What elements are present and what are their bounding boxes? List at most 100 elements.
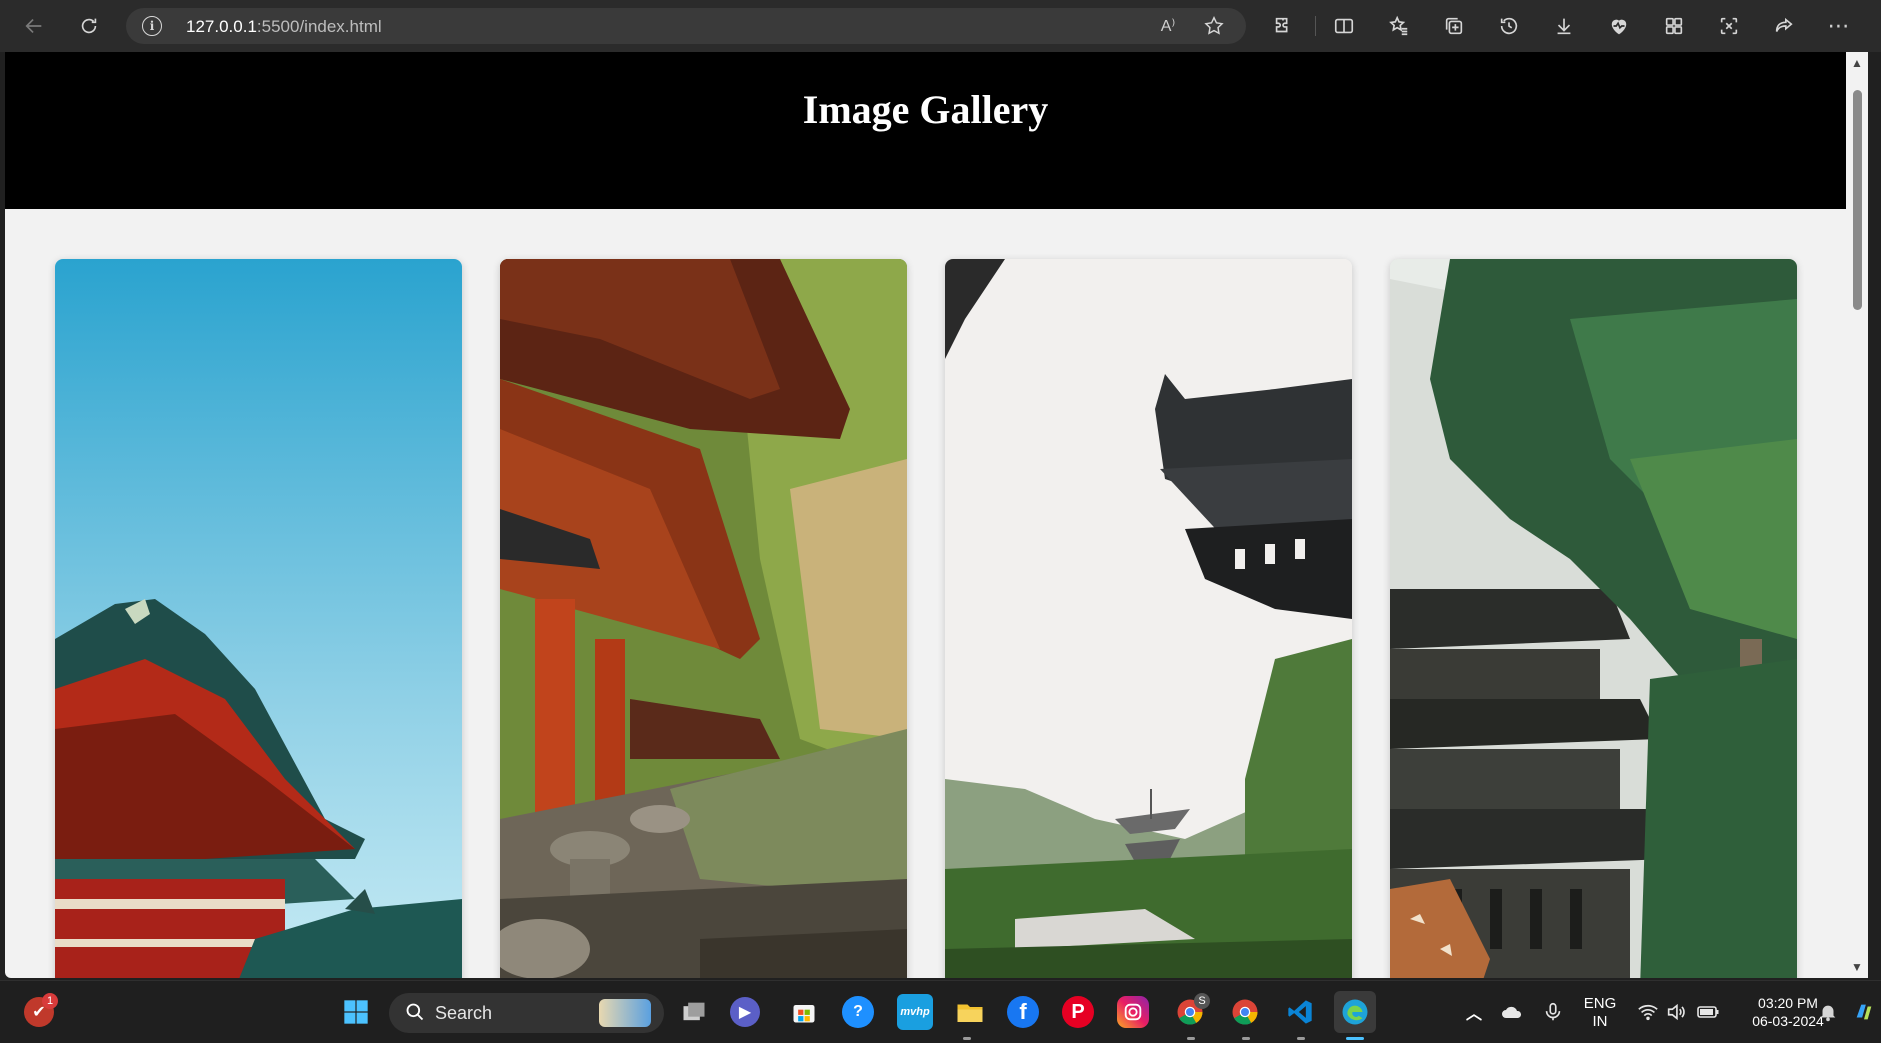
- favorites-list-icon: [1389, 15, 1408, 36]
- apps-button[interactable]: [1657, 9, 1691, 43]
- page-viewport: Image Gallery: [5, 52, 1846, 978]
- cloud-icon: [1502, 1006, 1522, 1018]
- mvhp-app-icon[interactable]: mvhp: [897, 994, 933, 1030]
- browser-window: i 127.0.0.1:5500/index.html A⁾ ⋯ Image G…: [0, 0, 1881, 980]
- toolbar-divider: [1315, 16, 1316, 36]
- volume-icon[interactable]: [1658, 994, 1694, 1030]
- gallery-card-2[interactable]: [500, 259, 907, 978]
- bell-icon: [1820, 1005, 1836, 1022]
- page-header: Image Gallery: [5, 52, 1846, 209]
- url-host: 127.0.0.1: [186, 17, 257, 36]
- region-code: IN: [1592, 1013, 1608, 1030]
- notifications-button[interactable]: [1816, 994, 1840, 1030]
- url-path: :5500/index.html: [256, 17, 382, 36]
- store-bag-icon: [793, 1005, 815, 1023]
- browser-toolbar: i 127.0.0.1:5500/index.html A⁾ ⋯: [0, 0, 1881, 52]
- windows-logo-icon: [344, 1000, 368, 1024]
- history-icon: [1500, 17, 1518, 35]
- vscode-icon[interactable]: [1282, 994, 1318, 1030]
- language-code: ENG: [1583, 995, 1617, 1012]
- windows-taskbar: ✔ 1 Search ▶ ? mvhp f P S ︿ ENG IN 03:20…: [0, 980, 1881, 1043]
- extensions-button[interactable]: [1266, 9, 1300, 43]
- browser-essentials-button[interactable]: [1602, 9, 1636, 43]
- mvhp-logo-icon: mvhp: [900, 1006, 930, 1018]
- search-label: Search: [435, 1003, 493, 1023]
- download-icon: [1557, 18, 1571, 35]
- mic-icon: [1545, 1002, 1561, 1021]
- facebook-icon[interactable]: f: [1007, 996, 1039, 1028]
- refresh-button[interactable]: [72, 9, 106, 43]
- onedrive-icon[interactable]: [1494, 994, 1530, 1030]
- instagram-camera-icon: [1124, 1003, 1142, 1021]
- running-indicator: [1297, 1037, 1305, 1040]
- pinterest-icon[interactable]: P: [1062, 996, 1094, 1028]
- pinterest-p-icon: P: [1071, 1000, 1085, 1023]
- url-text[interactable]: 127.0.0.1:5500/index.html: [186, 17, 382, 37]
- teams-chat-icon[interactable]: ▶: [730, 997, 760, 1027]
- pagoda-sky-image: [55, 259, 462, 978]
- scroll-up-arrow-icon[interactable]: ▲: [1851, 56, 1863, 70]
- chrome-profile-badge: S: [1194, 993, 1210, 1009]
- back-button[interactable]: [17, 9, 51, 43]
- favorite-star-icon[interactable]: [1202, 14, 1226, 38]
- pagoda-trees-image: [1390, 259, 1797, 978]
- instagram-icon[interactable]: [1117, 996, 1149, 1028]
- speaker-icon: [1667, 1003, 1685, 1021]
- start-button[interactable]: [338, 994, 374, 1030]
- collections-button[interactable]: [1437, 9, 1471, 43]
- help-app-icon[interactable]: ?: [842, 996, 874, 1028]
- search-icon: [406, 1003, 424, 1021]
- gallery-card-3[interactable]: [945, 259, 1352, 978]
- heart-pulse-icon: [1611, 19, 1627, 35]
- question-mark-icon: ?: [853, 1003, 863, 1020]
- more-dots-icon: ⋯: [1827, 13, 1851, 38]
- apps-grid-icon: [1665, 17, 1683, 35]
- microsoft-store-icon[interactable]: [786, 994, 822, 1030]
- site-info-icon[interactable]: i: [142, 16, 162, 36]
- share-button[interactable]: [1767, 9, 1801, 43]
- puzzle-icon: [1275, 17, 1288, 33]
- wifi-signal-icon: [1638, 1004, 1658, 1021]
- battery-icon[interactable]: [1690, 994, 1726, 1030]
- chrome-logo-icon: [1232, 999, 1258, 1025]
- address-bar[interactable]: i 127.0.0.1:5500/index.html A⁾: [126, 8, 1246, 44]
- split-screen-icon: [1334, 18, 1354, 34]
- scrollbar-thumb[interactable]: [1853, 90, 1862, 310]
- page-title: Image Gallery: [802, 87, 1049, 132]
- notification-badge: 1: [42, 993, 58, 1009]
- screenshot-icon: [1720, 17, 1738, 35]
- copilot-icon[interactable]: [1850, 994, 1878, 1030]
- vscode-logo-icon: [1288, 1000, 1312, 1024]
- more-options-button[interactable]: ⋯: [1822, 9, 1856, 43]
- edge-browser-icon[interactable]: [1334, 991, 1376, 1033]
- microphone-icon[interactable]: [1535, 994, 1571, 1030]
- folder-icon: [957, 1004, 983, 1022]
- temple-lanterns-image: [500, 259, 907, 978]
- running-indicator: [963, 1037, 971, 1040]
- star-outline-icon: [1204, 16, 1224, 35]
- favorites-button[interactable]: [1382, 9, 1416, 43]
- edge-logo-icon: [1342, 999, 1368, 1025]
- read-aloud-icon[interactable]: A⁾: [1156, 14, 1180, 38]
- downloads-button[interactable]: [1547, 9, 1581, 43]
- refresh-icon: [81, 18, 97, 34]
- running-indicator: [1187, 1037, 1195, 1040]
- temple-eave-mist-image: [945, 259, 1352, 978]
- chrome-profile-2-icon[interactable]: [1227, 994, 1263, 1030]
- input-language[interactable]: ENG IN: [1578, 995, 1622, 1031]
- battery-level-icon: [1697, 1006, 1719, 1018]
- taskbar-search[interactable]: Search: [389, 993, 664, 1033]
- task-view-button[interactable]: [676, 994, 712, 1030]
- collections-icon: [1445, 17, 1463, 35]
- page-scrollbar[interactable]: ▲ ▼: [1846, 52, 1868, 978]
- scroll-down-arrow-icon[interactable]: ▼: [1851, 960, 1863, 974]
- show-hidden-icons-button[interactable]: ︿: [1456, 994, 1492, 1030]
- screenshot-button[interactable]: [1712, 9, 1746, 43]
- file-explorer-icon[interactable]: [952, 994, 988, 1030]
- history-button[interactable]: [1492, 9, 1526, 43]
- split-screen-button[interactable]: [1327, 9, 1361, 43]
- video-camera-icon: ▶: [738, 1004, 752, 1021]
- gallery-card-4[interactable]: [1390, 259, 1797, 978]
- gallery-card-1[interactable]: [55, 259, 462, 978]
- chevron-up-icon: ︿: [1465, 1006, 1482, 1023]
